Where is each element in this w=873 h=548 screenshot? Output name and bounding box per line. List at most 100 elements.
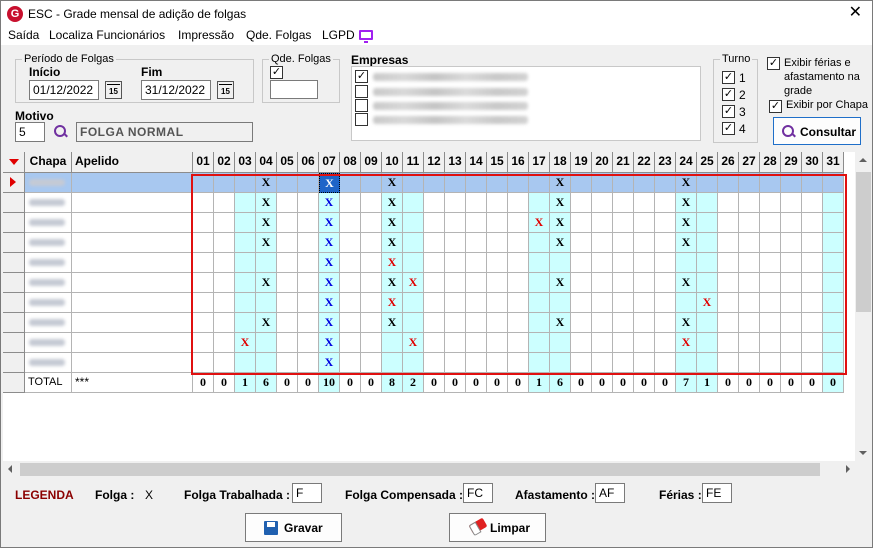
day-cell[interactable]: X [550,313,571,333]
day-cell[interactable] [235,293,256,313]
day-cell[interactable] [466,173,487,193]
day-cell[interactable] [445,353,466,373]
day-cell[interactable]: X [550,273,571,293]
day-cell[interactable] [235,233,256,253]
day-cell[interactable]: X [256,173,277,193]
day-cell[interactable] [781,333,802,353]
row-indicator[interactable] [3,353,25,373]
col-header-day[interactable]: 22 [634,152,655,173]
day-cell[interactable] [655,353,676,373]
col-header-day[interactable]: 03 [235,152,256,173]
day-cell[interactable] [508,233,529,253]
day-cell[interactable]: X [403,273,424,293]
day-cell[interactable] [697,313,718,333]
menu-qde-folgas[interactable]: Qde. Folgas [246,28,311,42]
ferias-value[interactable]: FE [702,483,732,503]
day-cell[interactable] [529,173,550,193]
col-header-chapa[interactable]: Chapa [25,152,72,173]
day-cell[interactable] [592,253,613,273]
day-cell[interactable]: X [319,313,340,333]
col-header-day[interactable]: 05 [277,152,298,173]
day-cell[interactable]: X [550,233,571,253]
day-cell[interactable] [277,333,298,353]
day-cell[interactable] [739,253,760,273]
day-cell[interactable] [655,273,676,293]
day-cell[interactable]: X [550,213,571,233]
day-cell[interactable]: X [256,213,277,233]
day-cell[interactable] [424,193,445,213]
day-cell[interactable]: X [256,193,277,213]
day-cell[interactable] [487,333,508,353]
day-cell[interactable] [361,173,382,193]
day-cell[interactable] [634,233,655,253]
day-cell[interactable] [739,273,760,293]
day-cell[interactable] [655,313,676,333]
inicio-calendar-icon[interactable]: 15 [105,81,122,99]
day-cell[interactable] [340,213,361,233]
day-cell[interactable] [718,273,739,293]
day-cell[interactable]: X [382,253,403,273]
day-cell[interactable] [214,213,235,233]
day-cell[interactable] [424,293,445,313]
day-cell[interactable] [424,353,445,373]
day-cell[interactable] [214,233,235,253]
day-cell[interactable] [508,313,529,333]
row-indicator[interactable] [3,313,25,333]
menu-localiza-funcionarios[interactable]: Localiza Funcionários [49,28,165,42]
day-cell[interactable] [361,273,382,293]
day-cell[interactable] [403,293,424,313]
day-cell[interactable] [193,333,214,353]
day-cell[interactable] [298,193,319,213]
day-cell[interactable] [214,173,235,193]
turno-2-checkbox[interactable]: ✓ [722,88,735,101]
day-cell[interactable] [403,313,424,333]
day-cell[interactable] [403,193,424,213]
day-cell[interactable] [655,293,676,313]
day-cell[interactable] [823,253,844,273]
day-cell[interactable] [823,273,844,293]
day-cell[interactable]: X [676,193,697,213]
day-cell[interactable] [340,253,361,273]
day-cell[interactable] [508,193,529,213]
day-cell[interactable] [592,313,613,333]
day-cell[interactable] [403,233,424,253]
day-cell[interactable] [634,173,655,193]
col-header-day[interactable]: 14 [466,152,487,173]
day-cell[interactable] [529,353,550,373]
day-cell[interactable] [571,353,592,373]
day-cell[interactable] [655,333,676,353]
chapa-cell[interactable] [25,353,72,373]
day-cell[interactable] [424,253,445,273]
day-cell[interactable] [634,273,655,293]
chapa-cell[interactable] [25,173,72,193]
menu-lgpd[interactable]: LGPD [322,28,355,42]
chapa-cell[interactable] [25,233,72,253]
col-header-day[interactable]: 30 [802,152,823,173]
day-cell[interactable]: X [319,273,340,293]
day-cell[interactable] [697,233,718,253]
menu-impressao[interactable]: Impressão [178,28,234,42]
scroll-thumb-h[interactable] [20,463,820,476]
day-cell[interactable] [298,293,319,313]
day-cell[interactable] [781,293,802,313]
horizontal-scrollbar[interactable] [3,461,855,478]
day-cell[interactable] [634,253,655,273]
day-cell[interactable] [214,313,235,333]
day-cell[interactable] [235,193,256,213]
day-cell[interactable] [760,313,781,333]
day-cell[interactable] [613,273,634,293]
day-cell[interactable]: X [319,213,340,233]
day-cell[interactable]: X [319,333,340,353]
day-cell[interactable]: X [382,173,403,193]
day-cell[interactable] [781,353,802,373]
day-cell[interactable] [445,293,466,313]
day-cell[interactable] [466,193,487,213]
day-cell[interactable] [739,173,760,193]
day-cell[interactable] [445,213,466,233]
day-cell[interactable] [655,253,676,273]
day-cell[interactable] [802,233,823,253]
day-cell[interactable] [634,293,655,313]
day-cell[interactable] [529,273,550,293]
day-cell[interactable] [403,173,424,193]
day-cell[interactable] [361,233,382,253]
